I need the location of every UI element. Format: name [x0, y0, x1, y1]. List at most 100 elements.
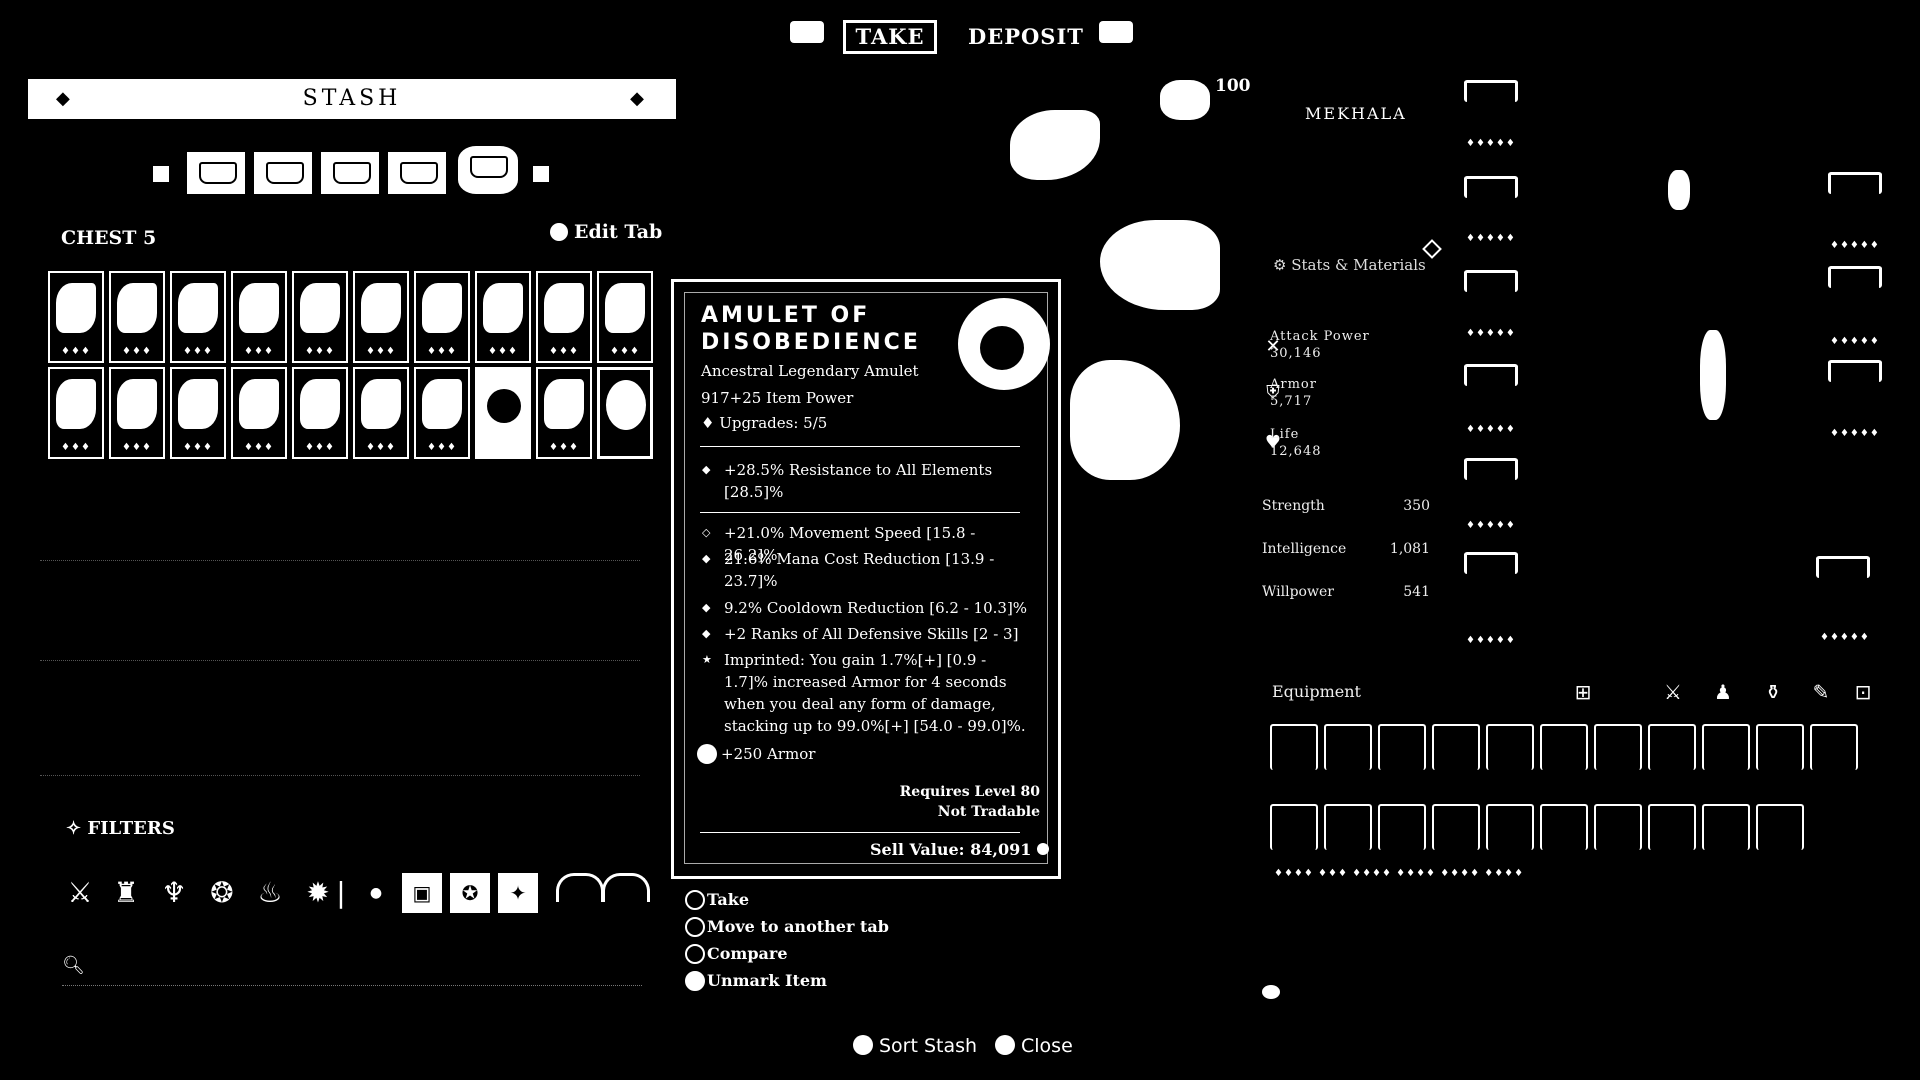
stash-slot[interactable]: ♦♦♦ [109, 271, 165, 363]
inventory-slot[interactable] [1756, 724, 1804, 770]
inventory-slot[interactable] [1594, 804, 1642, 850]
materials-scroll-icon[interactable] [1262, 985, 1280, 999]
helm-slot[interactable] [1464, 80, 1518, 102]
stash-tab-3[interactable] [321, 152, 379, 194]
context-take[interactable]: Take [685, 890, 749, 910]
stash-slot[interactable]: ♦♦♦ [475, 271, 531, 363]
inventory-slot[interactable] [1594, 724, 1642, 770]
stash-slot[interactable]: ♦♦♦ [536, 367, 592, 459]
stash-slot[interactable]: ♦♦♦ [231, 271, 287, 363]
stash-slot[interactable]: ♦♦♦ [292, 271, 348, 363]
inventory-slot[interactable] [1324, 804, 1372, 850]
slot-pips: ♦♦♦♦♦ [1820, 632, 1870, 643]
option-circle-icon [685, 890, 705, 910]
rune-filter-icon[interactable]: ▣ [402, 873, 442, 913]
stash-tab-4[interactable] [388, 152, 446, 194]
context-unmark[interactable]: Unmark Item [685, 971, 827, 991]
stash-slot[interactable]: ♦♦♦ [292, 367, 348, 459]
arch-filter-icon[interactable] [602, 873, 650, 902]
stash-tab-5[interactable] [458, 146, 518, 194]
stash-slot[interactable]: ♦♦♦ [353, 367, 409, 459]
take-tab[interactable]: TAKE [843, 20, 937, 54]
stash-slot[interactable]: ♦♦♦ [48, 367, 104, 459]
close-button[interactable]: Close [995, 1035, 1073, 1057]
context-compare[interactable]: Compare [685, 944, 788, 964]
stash-slot[interactable] [475, 367, 531, 459]
chest-armor-filter-icon[interactable]: ♜ [106, 873, 146, 913]
gloves-slot[interactable] [1464, 270, 1518, 292]
weapon-slot[interactable] [1464, 552, 1518, 574]
stash-slot[interactable]: ♦♦♦ [109, 367, 165, 459]
potion-filter-icon[interactable]: ♨ [250, 873, 290, 913]
attribute-name: Strength [1262, 498, 1325, 514]
stash-slot[interactable]: ♦♦♦ [536, 271, 592, 363]
stash-slot[interactable]: ♦♦♦ [414, 367, 470, 459]
charm-filter-icon[interactable]: ♆ [154, 873, 194, 913]
inventory-slot[interactable] [1432, 724, 1480, 770]
stash-slot[interactable]: ♦♦♦ [170, 271, 226, 363]
quest-category-icon[interactable]: ✎ [1808, 680, 1834, 706]
inventory-slot[interactable] [1540, 724, 1588, 770]
equipment-label: Equipment [1272, 682, 1361, 701]
tab-prev-icon[interactable] [153, 166, 169, 182]
inventory-slot[interactable] [1486, 724, 1534, 770]
search-icon[interactable]: 🔍︎ [62, 955, 85, 976]
stash-slot-selected[interactable] [597, 367, 653, 459]
slot-pips: ♦♦♦♦♦ [1830, 240, 1880, 251]
stash-next-arrow-icon[interactable]: ◆ [630, 79, 648, 119]
inventory-slot[interactable] [1432, 804, 1480, 850]
stash-slot[interactable]: ♦♦♦ [414, 271, 470, 363]
sigil-filter-icon[interactable]: ✦ [498, 873, 538, 913]
boots-slot[interactable] [1464, 458, 1518, 480]
inventory-slot[interactable] [1702, 724, 1750, 770]
bag-category-icon[interactable]: ⚱ [1760, 680, 1786, 706]
stash-prev-arrow-icon[interactable]: ◆ [56, 79, 74, 119]
inventory-slot[interactable] [1486, 804, 1534, 850]
inventory-slot[interactable] [1270, 804, 1318, 850]
inventory-slot[interactable] [1648, 724, 1696, 770]
inventory-slot[interactable] [1648, 804, 1696, 850]
stash-slot[interactable]: ♦♦♦ [231, 367, 287, 459]
stash-tab-1[interactable] [187, 152, 245, 194]
next-tab-shoulder-icon[interactable] [1099, 21, 1133, 43]
offhand-slot[interactable] [1816, 556, 1870, 578]
context-move-tab[interactable]: Move to another tab [685, 917, 889, 937]
stash-slot[interactable]: ♦♦♦ [48, 271, 104, 363]
stats-materials-button[interactable]: ⚙ Stats & Materials [1273, 256, 1426, 274]
requirements: Requires Level 80 Not Tradable [899, 784, 1040, 820]
gem-filter-icon[interactable]: ❂ [202, 873, 242, 913]
stash-tab-2[interactable] [254, 152, 312, 194]
inventory-slot[interactable] [1378, 724, 1426, 770]
dot-filter-icon[interactable]: ● [356, 873, 396, 913]
armor-category-icon[interactable]: ♟ [1710, 680, 1736, 706]
inventory-slot[interactable] [1540, 804, 1588, 850]
chest-slot[interactable] [1464, 176, 1518, 198]
inventory-slot[interactable] [1756, 804, 1804, 850]
deposit-tab[interactable]: DEPOSIT [968, 20, 1084, 54]
stash-slot[interactable]: ♦♦♦ [170, 367, 226, 459]
ring-slot[interactable] [1828, 360, 1882, 382]
search-field[interactable] [62, 985, 642, 986]
star-filter-icon[interactable]: ✪ [450, 873, 490, 913]
inventory-slot[interactable] [1270, 724, 1318, 770]
stash-slot[interactable]: ♦♦♦ [597, 271, 653, 363]
inventory-slot[interactable] [1702, 804, 1750, 850]
inventory-slot[interactable] [1324, 724, 1372, 770]
equipment-tab-icon[interactable]: ⊞ [1570, 680, 1596, 706]
amulet-slot[interactable] [1828, 172, 1882, 194]
edit-tab-button[interactable]: Edit Tab [550, 221, 662, 243]
tab-next-icon[interactable] [533, 166, 549, 182]
arch-filter-icon[interactable] [556, 873, 604, 902]
prev-tab-shoulder-icon[interactable] [790, 21, 824, 43]
weapon-filter-icon[interactable]: ⚔ [60, 873, 100, 913]
amulet-item-icon [958, 298, 1050, 390]
inventory-slot[interactable] [1810, 724, 1858, 770]
inventory-slot[interactable] [1378, 804, 1426, 850]
stash-slot[interactable]: ♦♦♦ [353, 271, 409, 363]
pants-slot[interactable] [1464, 364, 1518, 386]
ring-slot[interactable] [1828, 266, 1882, 288]
weapon-category-icon[interactable]: ⚔ [1660, 680, 1686, 706]
sort-stash-button[interactable]: Sort Stash [853, 1035, 977, 1057]
grid-view-icon[interactable]: ⊡ [1850, 680, 1876, 706]
spider-filter-icon[interactable]: ✹ [298, 873, 338, 913]
